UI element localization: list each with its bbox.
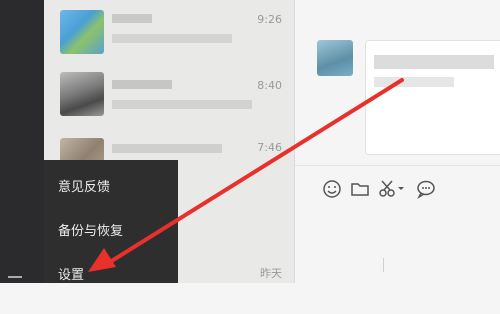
settings-popup-menu: 意见反馈 备份与恢复 设置 <box>44 160 178 283</box>
emoji-icon[interactable] <box>321 178 343 200</box>
avatar <box>60 72 104 116</box>
scissors-icon[interactable] <box>377 178 407 200</box>
message-bubble <box>365 40 500 155</box>
message-avatar <box>317 40 353 76</box>
chat-preview-blurred <box>112 100 252 109</box>
input-divider <box>295 165 500 166</box>
chat-time: 7:46 <box>257 141 282 154</box>
avatar <box>60 10 104 54</box>
menu-item-backup-restore[interactable]: 备份与恢复 <box>58 220 123 239</box>
chat-time: 昨天 <box>260 267 282 280</box>
chat-bubble-icon[interactable] <box>415 178 437 200</box>
chat-time: 8:40 <box>257 79 282 92</box>
navigation-sidebar <box>0 0 44 283</box>
chat-name-blurred <box>112 80 172 89</box>
more-menu-icon[interactable] <box>8 276 22 278</box>
text-cursor <box>383 258 384 272</box>
chat-list-item[interactable]: 9:26 <box>44 0 294 62</box>
chat-name-blurred <box>112 14 152 23</box>
menu-item-feedback[interactable]: 意见反馈 <box>58 176 110 195</box>
message-text-blurred <box>374 55 494 69</box>
chat-time: 9:26 <box>257 13 282 26</box>
message-text-blurred <box>374 77 454 87</box>
folder-icon[interactable] <box>349 178 371 200</box>
chat-preview-blurred <box>112 34 232 43</box>
chat-list-item[interactable]: 8:40 <box>44 66 294 128</box>
menu-item-settings[interactable]: 设置 <box>58 264 84 283</box>
chat-name-blurred <box>112 144 222 153</box>
conversation-pane <box>295 0 500 283</box>
